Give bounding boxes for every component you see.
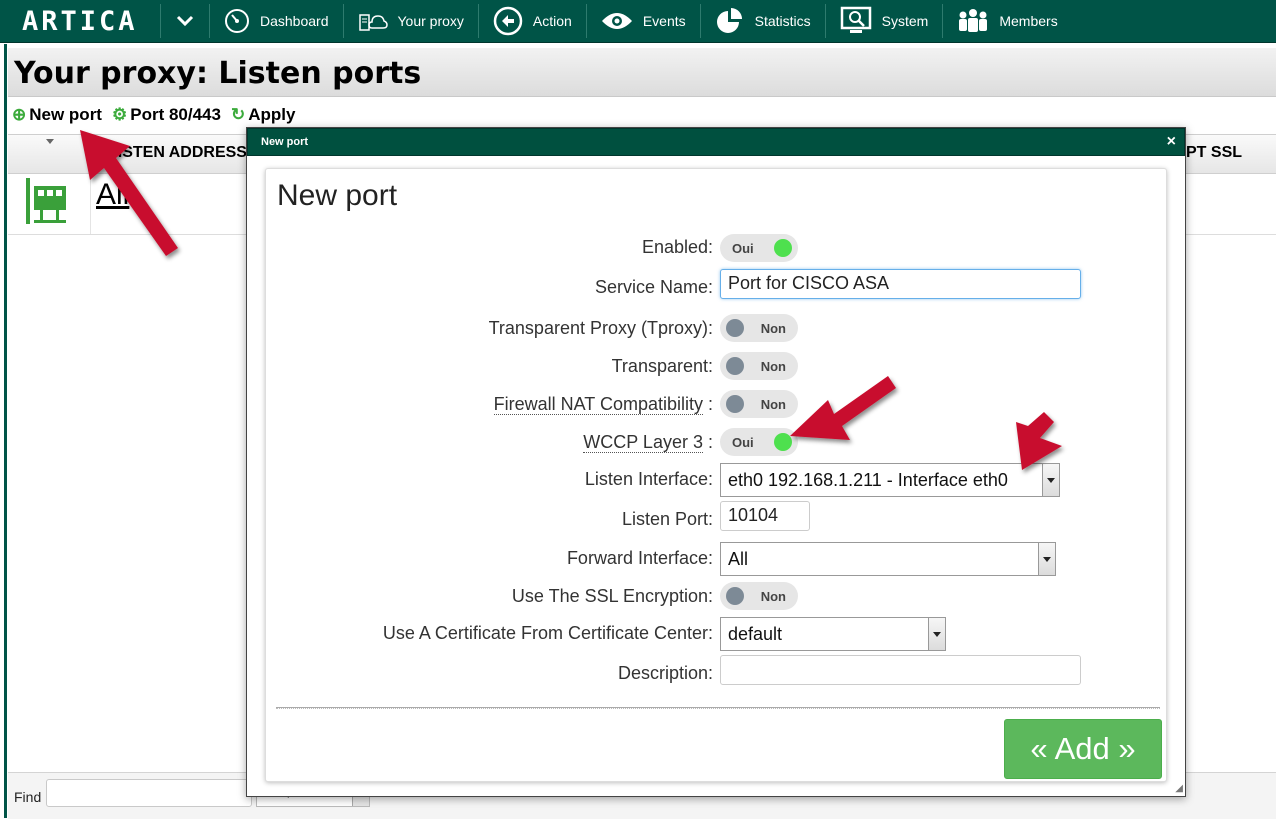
port-80-443-button[interactable]: ⚙ Port 80/443	[112, 105, 221, 125]
panel-title: New port	[277, 179, 398, 212]
dropdown-arrow-icon[interactable]	[1042, 464, 1059, 496]
page-title: Your proxy: Listen ports	[14, 56, 422, 91]
listen-address-link[interactable]: All	[96, 178, 129, 212]
listen-interface-label: Listen Interface:	[584, 469, 713, 489]
new-port-button[interactable]: ⊕ New port	[12, 105, 102, 125]
gears-icon: ⚙	[111, 105, 128, 124]
ssl-toggle[interactable]: Non	[720, 582, 798, 610]
service-name-label: Service Name:	[594, 277, 713, 297]
refresh-icon: ↻	[230, 105, 246, 124]
enabled-toggle[interactable]: Oui	[720, 234, 798, 262]
ssl-label: Use The SSL Encryption:	[511, 586, 713, 606]
forward-interface-select[interactable]: All	[720, 542, 1056, 576]
tproxy-label: Transparent Proxy (Tproxy):	[488, 318, 713, 338]
resize-handle-icon[interactable]: ◢	[1175, 783, 1183, 794]
divider	[276, 707, 1160, 709]
forward-interface-label: Forward Interface:	[566, 548, 713, 568]
grid-toolbar: ⊕ New port ⚙ Port 80/443 ↻ Apply	[12, 104, 295, 126]
certificate-select[interactable]: default	[720, 617, 946, 651]
nav-system[interactable]: System	[826, 0, 943, 42]
nav-statistics[interactable]: Statistics	[701, 0, 825, 42]
modal-header[interactable]: New port ×	[247, 128, 1185, 156]
service-name-input[interactable]: Port for CISCO ASA	[720, 269, 1081, 299]
dropdown-arrow-icon[interactable]	[928, 618, 945, 650]
find-label: Find	[14, 789, 42, 805]
wccp-label: WCCP Layer 3 :	[583, 432, 713, 453]
enabled-label: Enabled:	[641, 237, 713, 257]
chevron-down-icon	[176, 15, 194, 27]
dropdown-arrow-icon[interactable]	[1038, 543, 1055, 575]
action-icon	[493, 6, 523, 36]
nav-your-proxy[interactable]: Your proxy	[344, 0, 478, 42]
apply-button[interactable]: ↻ Apply	[231, 105, 295, 125]
nav-menu-toggle[interactable]	[161, 0, 209, 42]
eye-icon	[601, 13, 632, 29]
nav-dashboard[interactable]: Dashboard	[210, 0, 343, 42]
description-input[interactable]	[720, 655, 1081, 685]
firewall-nat-label: Firewall NAT Compatibility :	[493, 394, 713, 415]
wccp-toggle[interactable]: Oui	[720, 428, 798, 456]
sort-indicator-icon[interactable]	[46, 139, 54, 144]
column-header-listen-address[interactable]: LISTEN ADDRESS	[108, 144, 247, 162]
certificate-label: Use A Certificate From Certificate Cente…	[382, 623, 713, 643]
page-title-bar: Your proxy: Listen ports	[8, 48, 1276, 97]
nav-events[interactable]: Events	[587, 0, 700, 42]
system-icon	[840, 6, 871, 33]
transparent-toggle[interactable]: Non	[720, 352, 798, 380]
members-icon	[959, 9, 988, 32]
listen-port-label: Listen Port:	[621, 509, 713, 529]
listen-port-input[interactable]: 10104	[720, 501, 810, 531]
add-button[interactable]: « Add »	[1004, 719, 1162, 779]
nav-action[interactable]: Action	[479, 0, 586, 42]
nav-members[interactable]: Members	[943, 0, 1071, 42]
proxy-icon	[358, 14, 388, 31]
network-card-icon	[26, 178, 66, 224]
firewall-nat-toggle[interactable]: Non	[720, 390, 798, 418]
listen-interface-select[interactable]: eth0 192.168.1.211 - Interface eth0	[720, 463, 1060, 497]
top-nav: ARTICA Dashboard Your proxy Action Event…	[0, 0, 1276, 43]
dashboard-icon	[225, 9, 249, 33]
close-icon[interactable]: ×	[1167, 129, 1176, 155]
plus-circle-icon: ⊕	[12, 105, 27, 124]
find-input[interactable]	[46, 779, 252, 807]
artica-logo[interactable]: ARTICA	[0, 0, 160, 42]
pie-chart-icon	[716, 8, 742, 33]
form-panel: New port Enabled: Oui Service Name: Port…	[265, 168, 1167, 782]
column-header-pt-ssl[interactable]: PT SSL	[1186, 144, 1242, 162]
tproxy-toggle[interactable]: Non	[720, 314, 798, 342]
new-port-modal: New port × New port Enabled: Oui Service…	[246, 127, 1186, 797]
transparent-label: Transparent:	[611, 356, 713, 376]
description-label: Description:	[617, 663, 713, 683]
